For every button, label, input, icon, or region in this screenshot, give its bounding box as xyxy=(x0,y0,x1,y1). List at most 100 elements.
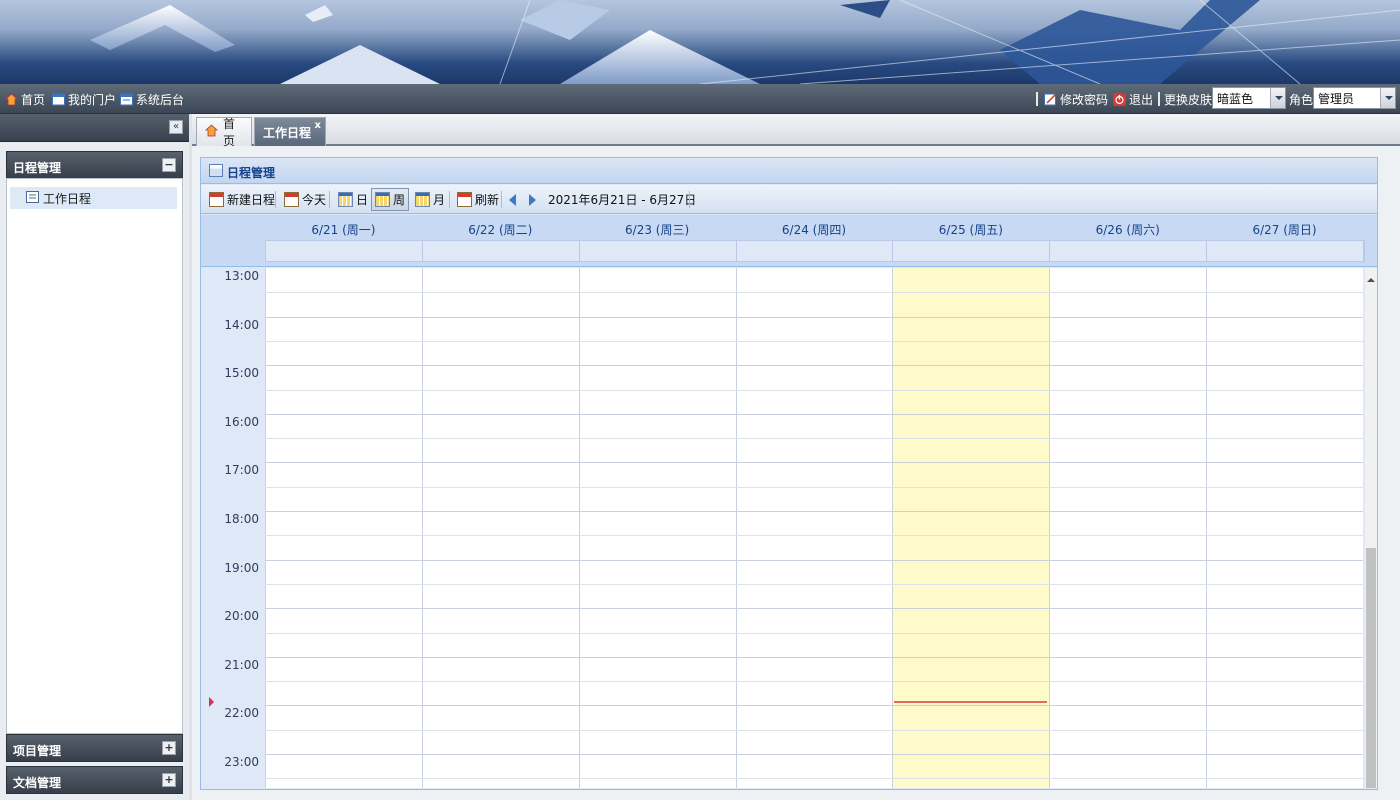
skin-select-value: 暗蓝色 xyxy=(1217,92,1254,106)
day-column[interactable] xyxy=(578,268,736,788)
day-view-label: 日 xyxy=(356,193,369,207)
time-label: 23:00 xyxy=(224,755,259,769)
all-day-cell[interactable] xyxy=(580,241,737,261)
all-day-cell[interactable] xyxy=(1050,241,1208,261)
time-label: 14:00 xyxy=(224,317,259,332)
collapse-sidebar-button[interactable]: « xyxy=(169,120,183,134)
menu-admin[interactable]: 系统后台 xyxy=(120,90,184,108)
calendar-time-grid[interactable]: 13:00 14:00 15:00 16:00 17:00 18:00 19:00 20:00… xyxy=(201,268,1377,788)
day-header[interactable]: 6/25 (周五) xyxy=(892,221,1049,238)
tab-work-schedule[interactable]: 工作日程 x xyxy=(254,117,326,146)
day-header[interactable]: 6/22 (周二) xyxy=(422,221,579,238)
half-hour-gridline xyxy=(265,340,1363,342)
admin-icon xyxy=(120,93,133,106)
calendar-toolbar: 新建日程 今天 日 周 月 刷新 2021年6月21日 - 6月27日 xyxy=(201,185,1377,214)
day-column[interactable] xyxy=(1049,268,1207,788)
time-label: 15:00 xyxy=(224,366,259,381)
hour-gridline xyxy=(265,656,1363,658)
close-icon[interactable]: x xyxy=(315,120,321,131)
all-day-cell[interactable] xyxy=(1207,241,1364,261)
chevron-down-icon xyxy=(1270,88,1285,108)
vertical-scrollbar[interactable] xyxy=(1365,268,1377,788)
menu-home[interactable]: 首页 xyxy=(4,90,46,108)
list-icon xyxy=(26,190,39,206)
previous-week-arrow-icon[interactable] xyxy=(509,194,516,206)
all-day-cell[interactable] xyxy=(266,241,423,261)
calendar-panel: 日程管理 新建日程 今天 日 周 月 刷新 2021年6月21日 - 6月27日… xyxy=(200,157,1378,790)
toolbar-separator xyxy=(275,191,276,208)
month-view-icon xyxy=(415,192,430,207)
day-header[interactable]: 6/21 (周一) xyxy=(265,221,422,238)
panel-title: 项目管理 xyxy=(13,744,62,758)
menu-home-label: 首页 xyxy=(21,92,46,107)
banner-graphic xyxy=(0,0,1400,84)
panel-header-project[interactable]: 项目管理 + xyxy=(6,734,183,762)
day-column[interactable] xyxy=(265,268,422,788)
menu-my-portal[interactable]: 我的门户 xyxy=(52,90,116,108)
expand-icon[interactable]: + xyxy=(162,741,176,755)
today-button[interactable]: 今天 xyxy=(280,188,330,211)
half-hour-gridline xyxy=(265,778,1363,780)
all-day-cell[interactable] xyxy=(737,241,894,261)
scroll-up-arrow-icon[interactable] xyxy=(1367,274,1375,282)
topbar-separator xyxy=(1158,92,1160,106)
main-content: 首页 工作日程 x 日程管理 新建日程 今天 日 周 月 刷新 2021年6月2… xyxy=(192,114,1400,800)
time-label: 17:00 xyxy=(224,463,259,478)
hour-gridline xyxy=(265,316,1363,318)
day-view-icon xyxy=(338,192,353,207)
menu-my-portal-label: 我的门户 xyxy=(68,92,117,107)
day-column[interactable] xyxy=(1206,268,1363,788)
week-view-label: 周 xyxy=(393,193,406,207)
all-day-cell[interactable] xyxy=(893,241,1051,261)
half-hour-gridline xyxy=(265,292,1363,294)
next-week-arrow-icon[interactable] xyxy=(529,194,536,206)
home-icon xyxy=(204,124,219,140)
menu-admin-label: 系统后台 xyxy=(136,92,185,107)
day-view-button[interactable]: 日 xyxy=(334,188,372,211)
panel-title: 文档管理 xyxy=(13,776,62,790)
change-skin-text: 更换皮肤 xyxy=(1164,92,1213,107)
time-label: 16:00 xyxy=(224,414,259,429)
role-select-value: 管理员 xyxy=(1318,92,1355,106)
role-label: 角色 xyxy=(1289,90,1313,108)
calendar-add-icon xyxy=(209,192,224,207)
panel-header-schedule[interactable]: 日程管理 − xyxy=(6,151,183,179)
all-day-row[interactable] xyxy=(265,240,1365,262)
scrollbar-thumb[interactable] xyxy=(1366,548,1376,788)
logout-label: 退出 xyxy=(1129,92,1154,107)
tab-home[interactable]: 首页 xyxy=(196,117,252,148)
day-column[interactable] xyxy=(421,268,579,788)
change-password-link[interactable]: 修改密码 xyxy=(1044,90,1108,108)
day-header[interactable]: 6/23 (周三) xyxy=(579,221,736,238)
power-icon xyxy=(1113,92,1126,106)
day-header[interactable]: 6/26 (周六) xyxy=(1049,221,1206,238)
hour-gridline xyxy=(265,511,1363,512)
tab-work-schedule-label: 工作日程 xyxy=(263,125,312,140)
skin-select[interactable]: 暗蓝色 xyxy=(1212,87,1286,109)
week-view-button[interactable]: 周 xyxy=(371,188,410,211)
all-day-cell[interactable] xyxy=(423,241,580,261)
day-header[interactable]: 6/27 (周日) xyxy=(1206,221,1363,238)
tab-home-label: 首页 xyxy=(223,117,236,148)
tree-item-label: 工作日程 xyxy=(43,191,92,206)
time-label: 19:00 xyxy=(224,560,259,575)
half-hour-gridline xyxy=(265,486,1363,488)
collapse-icon[interactable]: − xyxy=(162,158,176,172)
today-label: 今天 xyxy=(302,193,327,207)
toolbar-separator xyxy=(689,191,690,208)
expand-icon[interactable]: + xyxy=(162,773,176,787)
time-label: 13:00 xyxy=(224,269,259,283)
topbar-separator xyxy=(1036,92,1038,106)
refresh-button[interactable]: 刷新 xyxy=(453,188,503,211)
logout-link[interactable]: 退出 xyxy=(1113,90,1153,108)
hour-gridline xyxy=(265,365,1363,367)
role-select[interactable]: 管理员 xyxy=(1313,87,1396,109)
month-view-button[interactable]: 月 xyxy=(411,188,449,211)
day-column[interactable] xyxy=(735,268,893,788)
tree-item-work-schedule[interactable]: 工作日程 xyxy=(10,187,177,209)
time-label: 22:00 xyxy=(224,706,259,721)
new-event-button[interactable]: 新建日程 xyxy=(205,188,279,211)
panel-header-document[interactable]: 文档管理 + xyxy=(6,766,183,794)
day-header[interactable]: 6/24 (周四) xyxy=(736,221,893,238)
day-column-today[interactable] xyxy=(892,268,1050,788)
